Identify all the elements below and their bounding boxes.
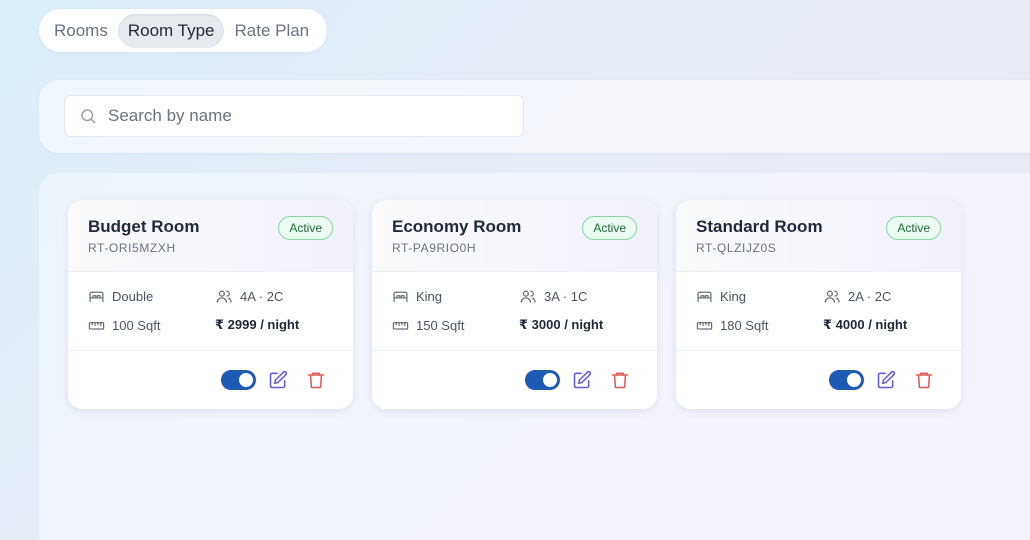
delete-icon[interactable] [610,370,630,390]
bed-type: King [696,288,746,305]
bed-type: Double [88,288,153,305]
occupancy-label: 3A · 1C [544,289,588,304]
users-icon [824,290,840,303]
card-header: Budget Room RT-ORI5MZXH Active [68,200,353,272]
room-type-title: Budget Room [88,217,200,236]
status-badge: Active [886,216,941,240]
bed-type-label: King [416,289,443,304]
search-panel [39,80,1030,153]
status-badge: Active [278,216,333,240]
occupancy: 2A · 2C [823,288,891,305]
room-type-title: Economy Room [392,217,522,236]
tab-room-type[interactable]: Room Type [117,13,225,48]
room-size: 100 Sqft [88,317,160,334]
room-type-card: Budget Room RT-ORI5MZXH Active Double 4A… [68,200,353,409]
users-icon [216,290,232,303]
room-type-code: RT-ORI5MZXH [88,241,176,255]
room-type-code: RT-QLZIJZ0S [696,241,777,255]
room-size: 150 Sqft [392,317,464,334]
card-header: Standard Room RT-QLZIJZ0S Active [676,200,961,272]
bed-icon [89,291,104,303]
bed-type: King [392,288,442,305]
toggle-knob [543,373,557,387]
section-tabs: Rooms Room Type Rate Plan [39,9,327,52]
occupancy: 3A · 1C [519,288,587,305]
room-price: ₹ 3000 / night [519,317,604,332]
bed-type-label: King [720,289,747,304]
status-toggle[interactable] [221,370,256,390]
toggle-knob [847,373,861,387]
occupancy-label: 4A · 2C [240,289,284,304]
ruler-icon [392,322,409,330]
room-price: ₹ 2999 / night [215,317,300,332]
delete-icon[interactable] [914,370,934,390]
edit-icon[interactable] [876,370,896,390]
status-badge: Active [582,216,637,240]
edit-icon[interactable] [268,370,288,390]
status-toggle[interactable] [525,370,560,390]
room-size-label: 100 Sqft [112,318,161,333]
edit-icon[interactable] [572,370,592,390]
users-icon [520,290,536,303]
card-header: Economy Room RT-PA9RIO0H Active [372,200,657,272]
ruler-icon [696,322,713,330]
delete-icon[interactable] [306,370,326,390]
status-toggle[interactable] [829,370,864,390]
ruler-icon [88,322,105,330]
room-type-title: Standard Room [696,217,823,236]
occupancy-label: 2A · 2C [848,289,892,304]
room-size: 180 Sqft [696,317,768,334]
toggle-knob [239,373,253,387]
search-icon [81,109,96,124]
card-actions [676,350,961,409]
room-type-code: RT-PA9RIO0H [392,241,477,255]
room-price: ₹ 4000 / night [823,317,908,332]
room-type-card: Standard Room RT-QLZIJZ0S Active King 2A… [676,200,961,409]
bed-type-label: Double [112,289,154,304]
card-actions [68,350,353,409]
search-input[interactable] [108,106,508,126]
search-box[interactable] [64,95,524,137]
bed-icon [697,291,712,303]
card-actions [372,350,657,409]
occupancy: 4A · 2C [215,288,283,305]
room-size-label: 150 Sqft [416,318,465,333]
tab-rate-plan[interactable]: Rate Plan [224,14,319,48]
bed-icon [393,291,408,303]
room-size-label: 180 Sqft [720,318,769,333]
tab-rooms[interactable]: Rooms [44,14,118,48]
room-type-card: Economy Room RT-PA9RIO0H Active King 3A … [372,200,657,409]
